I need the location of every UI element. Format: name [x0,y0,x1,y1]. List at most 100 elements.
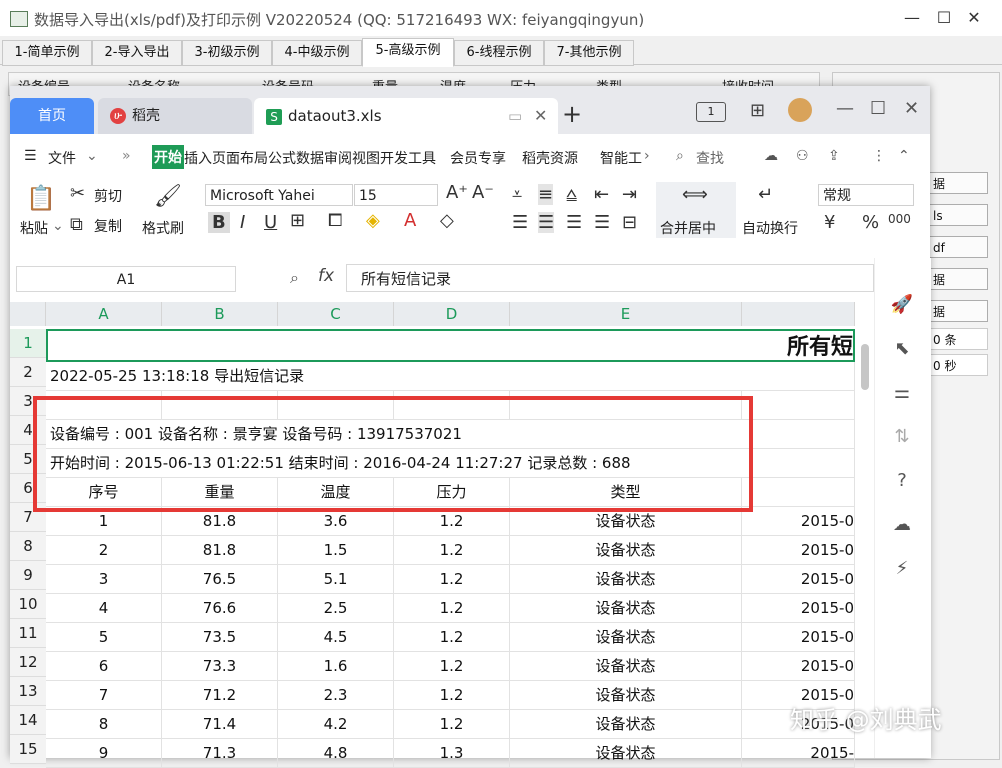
table-cell[interactable]: 4.2 [278,710,394,739]
align-bottom-icon[interactable]: ⩠ [566,184,577,205]
help-icon[interactable]: ? [890,470,914,494]
sync-icon[interactable]: ⇅ [890,426,914,450]
cloud-backup-icon[interactable]: ☁ [890,514,914,538]
title-cell[interactable]: 所有短 [46,329,855,362]
wrap-text-button[interactable]: 自动换行 [742,218,798,238]
row-header[interactable]: 12 [10,648,46,677]
column-header-b[interactable]: B [162,302,278,326]
user-avatar[interactable] [788,98,812,122]
row-header[interactable]: 10 [10,590,46,619]
distributed-align-icon[interactable]: ⊟ [622,212,637,233]
rocket-icon[interactable]: 🚀 [890,294,914,318]
grid-apps-icon[interactable]: ⊞ [750,100,765,121]
menu-layout[interactable]: 布局 [240,148,268,168]
table-cell[interactable]: 5.1 [278,565,394,594]
table-cell[interactable]: 1.2 [394,565,510,594]
table-cell[interactable]: 1.2 [394,623,510,652]
table-cell[interactable]: 73.5 [162,623,278,652]
table-cell[interactable]: 2 [46,536,162,565]
table-cell[interactable]: 4.8 [278,739,394,768]
table-cell[interactable]: 设备状态 [510,536,742,565]
column-header-f[interactable] [742,302,855,326]
table-cell[interactable]: 76.5 [162,565,278,594]
collapse-ribbon-icon[interactable]: ⌃ [898,148,910,164]
increase-font-icon[interactable]: A⁺ [446,182,468,203]
menu-developer[interactable]: 开发工具 [380,148,436,168]
table-cell[interactable]: 设备状态 [510,739,742,768]
table-cell[interactable]: 8 [46,710,162,739]
wps-maximize-icon[interactable]: ☐ [870,98,886,119]
table-cell[interactable]: 设备状态 [510,710,742,739]
table-cell[interactable]: 71.2 [162,681,278,710]
column-header-a[interactable]: A [46,302,162,326]
tab-close-icon[interactable]: ✕ [534,98,547,134]
tab-advanced[interactable]: 5-高级示例 [362,38,454,67]
table-cell[interactable]: 2015-0 [742,623,855,652]
tab-thread[interactable]: 6-线程示例 [454,40,544,66]
wps-tab-document[interactable]: Sdataout3.xls ▭ ✕ [254,98,558,134]
table-cell[interactable]: 2015-0 [742,565,855,594]
table-cell[interactable]: 76.6 [162,594,278,623]
table-cell[interactable]: 71.3 [162,739,278,768]
share-icon[interactable]: ⇪ [828,148,840,164]
thousands-separator-icon[interactable]: 000 [888,212,911,226]
scissors-icon[interactable]: ✂ [70,183,85,204]
copy-icon[interactable]: ⧉ [70,214,83,235]
copy-button[interactable]: 复制 [94,216,122,236]
float-window-icon[interactable]: ▭ [508,98,522,134]
zoom-formula-icon[interactable]: ⌕ [290,268,299,288]
search-icon[interactable]: ⌕ [676,148,684,164]
table-cell[interactable]: 1.5 [278,536,394,565]
table-cell[interactable]: 2015- [742,739,855,768]
align-top-icon[interactable]: ⩡ [512,184,522,205]
record-count-field[interactable]: 0 条 [928,328,988,350]
table-cell[interactable]: 2015-0 [742,652,855,681]
format-painter-button[interactable]: 格式刷 [142,218,184,238]
expand-menu-icon[interactable]: » [122,148,131,164]
borders-icon[interactable]: ⊞ [290,210,305,231]
menu-member[interactable]: 会员专享 [450,148,506,168]
align-center-icon[interactable]: ☰ [538,212,555,233]
tab-other[interactable]: 7-其他示例 [544,40,634,66]
menu-file[interactable]: 文件 [48,148,76,168]
row-header[interactable]: 9 [10,561,46,590]
tab-basic[interactable]: 3-初级示例 [182,40,272,66]
right-button-1[interactable]: 据 [928,172,988,194]
column-header-d[interactable]: D [394,302,510,326]
column-header-e[interactable]: E [510,302,742,326]
font-color-icon[interactable]: A [404,210,416,231]
menu-page[interactable]: 页面 [212,148,240,168]
fill-color-icon[interactable]: ◈ [366,210,380,231]
menu-daoke-resources[interactable]: 稻壳资源 [522,148,578,168]
table-cell[interactable]: 6 [46,652,162,681]
table-cell[interactable]: 设备状态 [510,681,742,710]
table-cell[interactable]: 2015-0 [742,536,855,565]
page-count-icon[interactable]: 1 [696,102,726,122]
scrollbar-thumb[interactable] [861,344,869,390]
column-header-c[interactable]: C [278,302,394,326]
new-tab-plus-icon[interactable]: + [562,100,582,128]
font-size-select[interactable]: 15 [354,184,438,206]
right-button-5[interactable]: 据 [928,300,988,322]
wrap-text-icon[interactable]: ↵ [758,184,773,205]
menu-view[interactable]: 视图 [352,148,380,168]
table-cell[interactable]: 1.2 [394,594,510,623]
menu-formula[interactable]: 公式 [268,148,296,168]
table-cell[interactable]: 5 [46,623,162,652]
wps-minimize-icon[interactable]: — [836,98,854,119]
tab-intermediate[interactable]: 4-中级示例 [272,40,362,66]
percent-icon[interactable]: % [862,212,879,233]
properties-icon[interactable]: ⚌ [890,382,914,406]
row-header[interactable]: 2 [10,358,46,387]
file-menu-chevron-down-icon[interactable]: ⌄ [86,148,98,164]
menu-more-chevron-icon[interactable]: › [644,148,650,164]
table-cell[interactable]: 1.2 [394,652,510,681]
clear-format-icon[interactable]: ◇ [440,210,454,231]
paste-icon[interactable]: 📋 [26,184,56,212]
table-cell[interactable]: 1.3 [394,739,510,768]
search-label[interactable]: 查找 [696,148,724,168]
menu-data[interactable]: 数据 [296,148,324,168]
table-cell[interactable]: 设备状态 [510,594,742,623]
paste-button[interactable]: 粘贴 [20,218,48,238]
table-cell[interactable]: 3 [46,565,162,594]
